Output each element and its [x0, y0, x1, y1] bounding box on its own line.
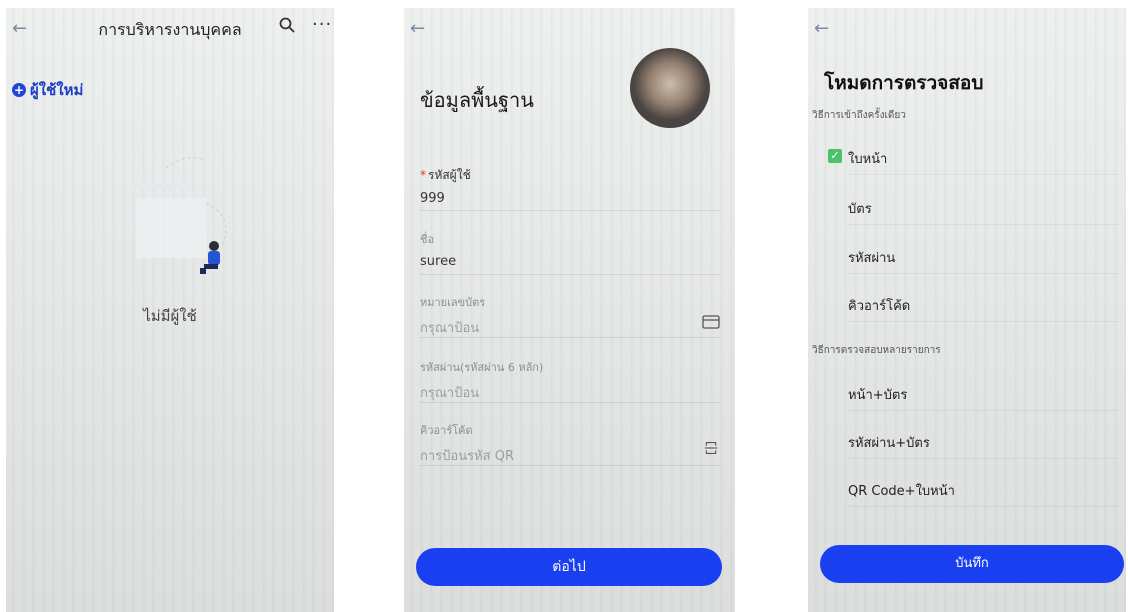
save-button[interactable]: บันทึก [820, 545, 1124, 583]
option-face[interactable]: ใบหน้า [848, 148, 1118, 175]
option-qr-code[interactable]: คิวอาร์โค้ด [848, 295, 1118, 322]
arrow-left-icon[interactable]: ← [814, 18, 829, 39]
qr-code-label: คิวอาร์โค้ด [420, 424, 473, 437]
user-management-screen: ← การบริหารงานบุคคล ··· + ผู้ใช้ใหม่ ไม่… [6, 8, 334, 612]
option-face-card[interactable]: หน้า+บัตร [848, 384, 1118, 411]
add-user-label: ผู้ใช้ใหม่ [30, 81, 84, 99]
verification-mode-screen: ← โหมดการตรวจสอบ วิธีการเข้าถึงครั้งเดีย… [808, 8, 1126, 612]
qr-code-placeholder: การป้อนรหัส QR [420, 449, 514, 464]
single-access-section-label: วิธีการเข้าถึงครั้งเดียว [812, 110, 906, 121]
more-icon[interactable]: ··· [312, 14, 332, 35]
name-label: ชื่อ [420, 233, 435, 246]
search-icon[interactable] [278, 16, 296, 34]
add-user-button[interactable]: + ผู้ใช้ใหม่ [12, 78, 83, 102]
scan-icon[interactable] [702, 441, 720, 455]
next-button[interactable]: ต่อไป [416, 548, 722, 586]
option-password-card[interactable]: รหัสผ่าน+บัตร [848, 432, 1118, 459]
option-card[interactable]: บัตร [848, 198, 1118, 225]
checkbox-checked-icon[interactable]: ✓ [828, 149, 842, 163]
user-id-label: * รหัสผู้ใช้ [420, 168, 471, 182]
option-password[interactable]: รหัสผ่าน [848, 247, 1118, 274]
page-title: โหมดการตรวจสอบ [824, 72, 984, 94]
page-title: ข้อมูลพื้นฐาน [420, 88, 534, 112]
name-field[interactable]: ชื่อ suree [420, 230, 720, 275]
option-qr-face[interactable]: QR Code+ใบหน้า [848, 480, 1118, 507]
plus-circle-icon: + [12, 83, 26, 97]
card-icon[interactable] [702, 315, 720, 329]
user-id-value: 999 [420, 191, 445, 206]
password-field[interactable]: รหัสผ่าน(รหัสผ่าน 6 หลัก) กรุณาป้อน [420, 358, 720, 403]
name-value: suree [420, 254, 457, 269]
password-label: รหัสผ่าน(รหัสผ่าน 6 หลัก) [420, 361, 544, 374]
card-number-placeholder: กรุณาป้อน [420, 321, 480, 336]
qr-code-field[interactable]: คิวอาร์โค้ด การป้อนรหัส QR [420, 421, 720, 466]
empty-state-text: ไม่มีผู้ใช้ [143, 307, 197, 325]
avatar[interactable] [630, 48, 710, 128]
password-placeholder: กรุณาป้อน [420, 386, 480, 401]
user-id-field[interactable]: * รหัสผู้ใช้ 999 [420, 166, 720, 211]
multi-verify-section-label: วิธีการตรวจสอบหลายรายการ [812, 345, 941, 356]
card-number-field[interactable]: หมายเลขบัตร กรุณาป้อน [420, 293, 720, 338]
card-number-label: หมายเลขบัตร [420, 296, 486, 309]
empty-state-illustration [131, 157, 227, 274]
arrow-left-icon[interactable]: ← [410, 18, 425, 39]
basic-info-screen: ← ข้อมูลพื้นฐาน * รหัสผู้ใช้ 999 ชื่อ sur… [404, 8, 735, 612]
